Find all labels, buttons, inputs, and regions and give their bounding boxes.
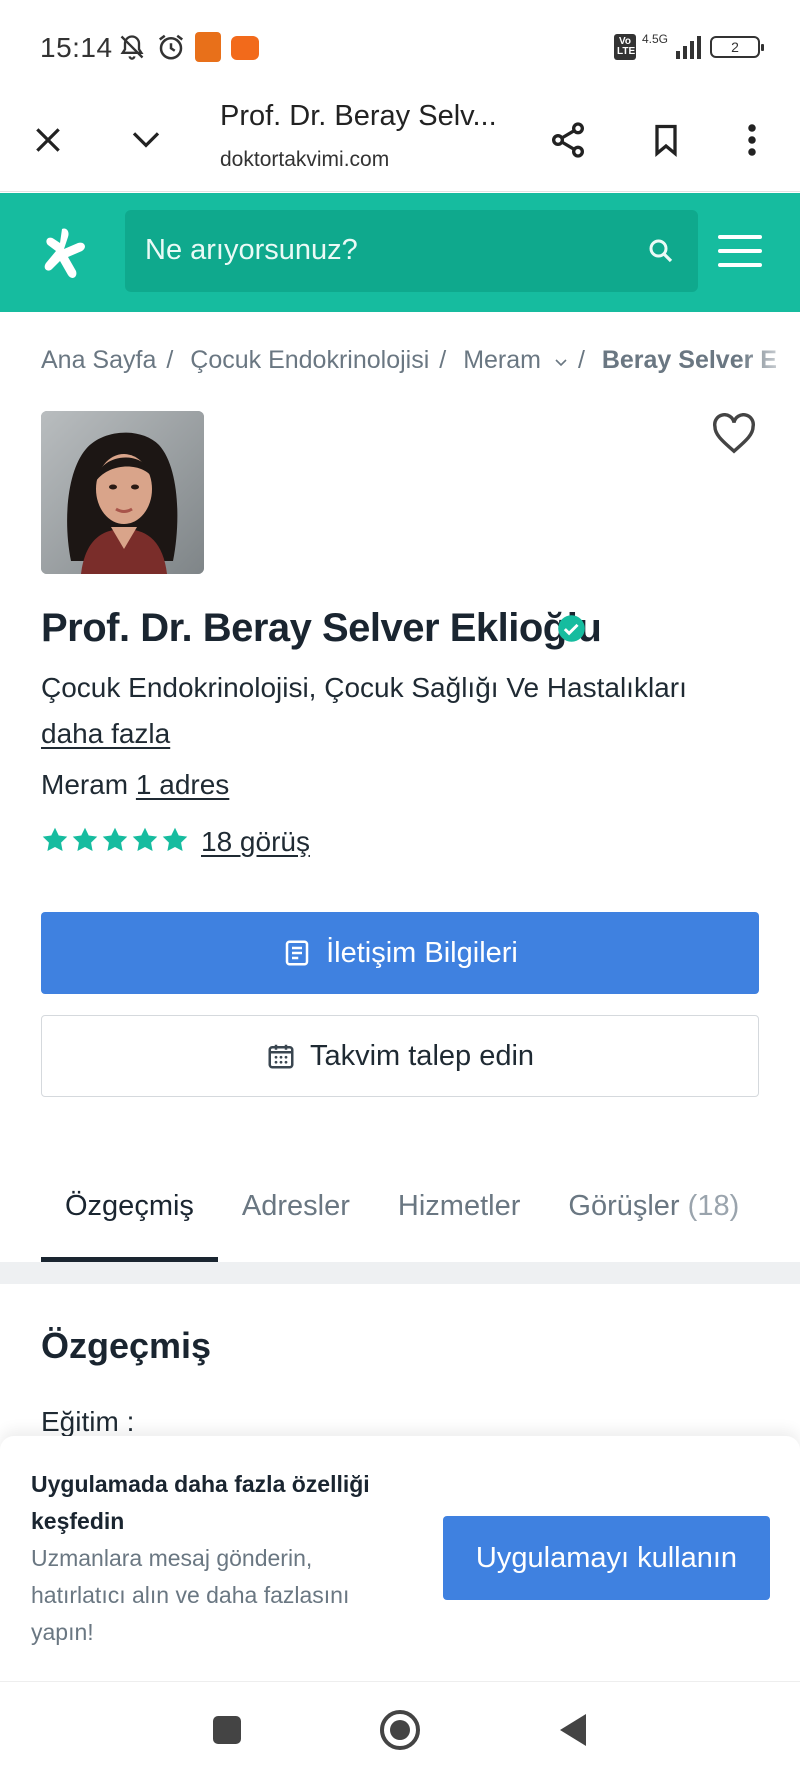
close-button[interactable]	[20, 112, 76, 168]
tab-label: Adresler	[241, 1190, 350, 1222]
browser-page-title[interactable]: Prof. Dr. Beray Selv...	[220, 100, 497, 133]
tab-adresler[interactable]: Adresler	[218, 1170, 374, 1262]
app-notification-icon	[195, 32, 221, 62]
use-app-button[interactable]: Uygulamayı kullanın	[443, 1516, 770, 1600]
star-icon	[42, 827, 68, 851]
star-icon	[132, 827, 158, 851]
doctor-name: Prof. Dr. Beray Selver Eklioğlu	[41, 606, 602, 650]
education-label: Eğitim :	[41, 1406, 135, 1437]
breadcrumb-specialty[interactable]: Çocuk Endokrinolojisi	[190, 346, 429, 374]
tab-gorusler[interactable]: Görüşler (18)	[544, 1170, 763, 1262]
app-promo-banner: Uygulamada daha fazla özelliği keşfedin …	[0, 1436, 800, 1681]
breadcrumb-home[interactable]: Ana Sayfa	[41, 346, 156, 374]
request-calendar-label: Takvim talep edin	[309, 1039, 535, 1072]
collapse-button[interactable]	[118, 112, 174, 168]
share-button[interactable]	[540, 112, 596, 168]
site-logo-icon[interactable]	[40, 223, 100, 283]
bookmark-icon	[655, 124, 677, 158]
browser-toolbar: Prof. Dr. Beray Selv... doktortakvimi.co…	[0, 92, 800, 192]
system-navigation-bar	[0, 1681, 800, 1777]
back-icon[interactable]	[552, 1708, 596, 1752]
home-icon[interactable]	[378, 1708, 422, 1752]
location-district: Meram	[41, 769, 129, 800]
network-type: 4.5G	[641, 32, 668, 46]
more-options-button[interactable]	[724, 112, 780, 168]
promo-title: Uygulamada daha fazla özelliği keşfedin	[31, 1471, 370, 1534]
star-icon	[162, 827, 188, 851]
breadcrumb-fade	[740, 340, 800, 380]
section-divider	[0, 1262, 800, 1284]
alarm-icon	[159, 34, 183, 60]
status-bar: 15:14 Vo LTE 4.5G 2	[0, 0, 800, 92]
tab-ozgecmis[interactable]: Özgeçmiş	[41, 1170, 218, 1262]
doctor-avatar[interactable]	[41, 411, 204, 574]
request-calendar-button[interactable]: Takvim talep edin	[41, 1015, 759, 1097]
tab-hizmetler[interactable]: Hizmetler	[374, 1170, 544, 1262]
hamburger-menu-icon[interactable]	[718, 233, 762, 269]
chevron-down-icon[interactable]	[554, 358, 568, 368]
doctor-location: Meram 1 adres	[41, 769, 229, 801]
trendyol-notification-icon	[231, 36, 259, 60]
bell-off-icon	[120, 35, 144, 60]
search-placeholder: Ne arıyorsunuz?	[145, 234, 358, 266]
recent-apps-icon[interactable]	[205, 1708, 249, 1752]
more-specialties-link[interactable]: daha fazla	[41, 718, 170, 750]
site-header: Ne arıyorsunuz?	[0, 193, 800, 312]
close-icon	[36, 128, 60, 152]
breadcrumb-district[interactable]: Meram	[463, 346, 541, 374]
tab-label: Hizmetler	[397, 1190, 521, 1222]
contact-info-label: İletişim Bilgileri	[326, 936, 518, 969]
star-icon	[72, 827, 98, 851]
bookmark-button[interactable]	[638, 112, 694, 168]
profile-tabs: Özgeçmiş Adresler Hizmetler Görüşler (18…	[41, 1170, 800, 1262]
doctor-specialty: Çocuk Endokrinolojisi, Çocuk Sağlığı Ve …	[41, 672, 687, 703]
contact-info-button[interactable]: İletişim Bilgileri	[41, 912, 759, 994]
address-link[interactable]: 1 adres	[136, 769, 229, 800]
reviews-link[interactable]: 18 görüş	[201, 826, 310, 858]
chevron-down-icon	[132, 132, 160, 148]
favorite-heart-icon[interactable]	[711, 413, 757, 455]
browser-url[interactable]: doktortakvimi.com	[220, 148, 389, 172]
volte-badge: Vo LTE	[613, 34, 636, 60]
star-icon	[102, 827, 128, 851]
calendar-icon	[268, 1044, 294, 1069]
contact-card-icon	[285, 940, 309, 966]
status-time: 15:14	[40, 32, 113, 63]
signal-icon	[676, 36, 701, 59]
section-title: Özgeçmiş	[41, 1325, 212, 1366]
tab-label: Özgeçmiş	[65, 1190, 194, 1222]
search-icon[interactable]	[646, 236, 676, 266]
tab-label: Görüşler	[568, 1190, 680, 1222]
breadcrumb: Ana Sayfa / Çocuk Endokrinolojisi / Meram …	[41, 346, 777, 374]
tab-count: (18)	[687, 1190, 740, 1222]
battery-indicator: 2	[710, 36, 764, 58]
more-vert-icon	[748, 124, 756, 156]
rating-stars	[41, 826, 189, 854]
verified-check-icon	[558, 615, 585, 642]
search-input[interactable]: Ne arıyorsunuz?	[125, 210, 698, 292]
promo-description: Uzmanlara mesaj gönderin, hatırlatıcı al…	[31, 1545, 350, 1645]
share-icon	[552, 122, 584, 158]
